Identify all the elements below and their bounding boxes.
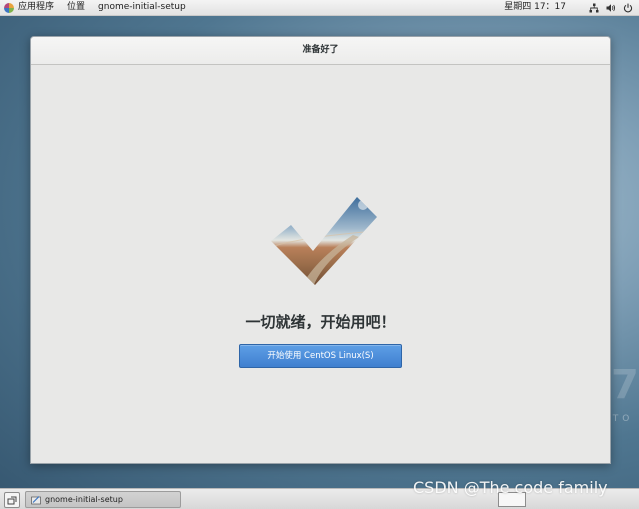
ready-heading: 一切就绪，开始用吧！	[245, 313, 396, 331]
network-icon[interactable]	[588, 2, 599, 13]
applications-icon[interactable]	[4, 2, 14, 13]
taskbar-item-gnome-initial-setup[interactable]: gnome-initial-setup	[25, 491, 181, 508]
applications-menu[interactable]: 应用程序	[18, 0, 54, 15]
top-bar: 应用程序 位置 gnome-initial-setup 星期四 17：17	[0, 0, 639, 16]
desktop-logo-digit: 7	[611, 362, 639, 408]
csdn-watermark: CSDN @The code family	[413, 478, 608, 497]
show-desktop-icon[interactable]	[4, 492, 20, 508]
checkmark-illustration	[271, 197, 377, 285]
setup-app-icon	[31, 495, 41, 505]
top-bar-left: 应用程序 位置 gnome-initial-setup	[4, 0, 199, 15]
active-app-menu[interactable]: gnome-initial-setup	[98, 0, 186, 15]
volume-icon[interactable]	[605, 2, 616, 13]
start-using-button[interactable]: 开始使用 CentOS Linux(S)	[239, 344, 402, 368]
setup-window: 准备好了 一切就绪，开始用吧！ 开始使用 CentOS Linux(S)	[30, 36, 611, 464]
taskbar-item-label: gnome-initial-setup	[45, 495, 123, 504]
power-icon[interactable]	[622, 2, 633, 13]
window-title: 准备好了	[31, 37, 610, 65]
places-menu[interactable]: 位置	[67, 0, 85, 15]
clock[interactable]: 星期四 17：17	[504, 0, 566, 15]
top-bar-right: 星期四 17：17	[504, 0, 633, 15]
